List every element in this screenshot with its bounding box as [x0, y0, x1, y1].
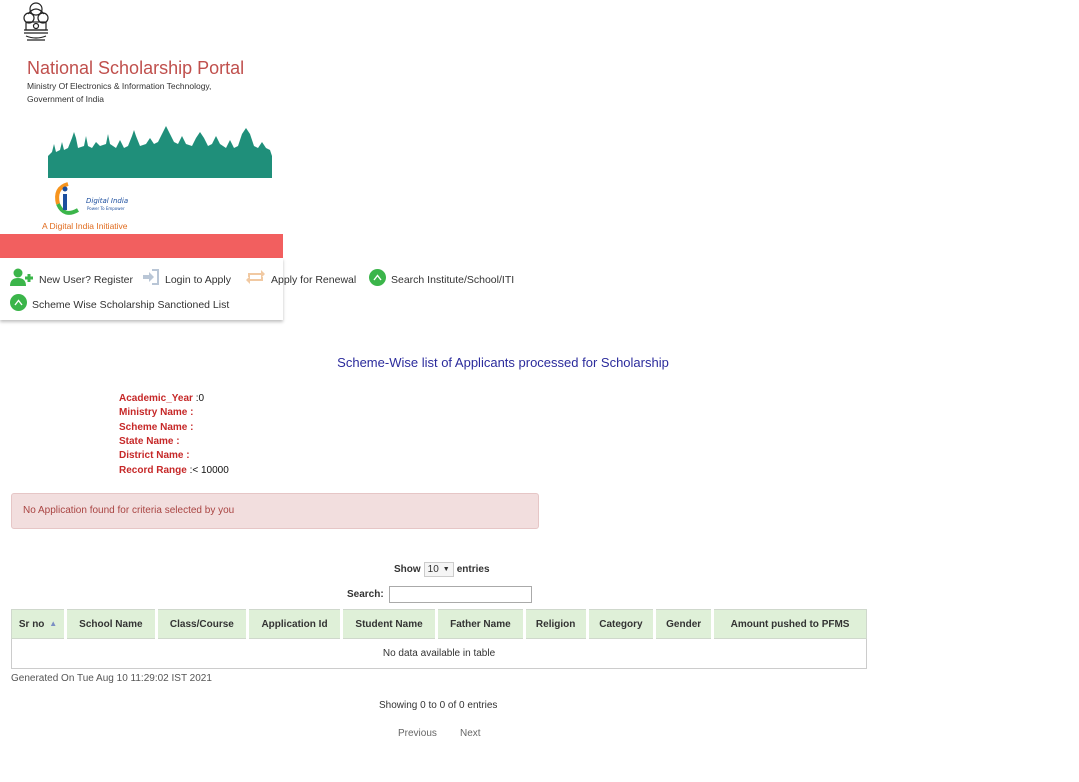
add-user-icon: [10, 268, 34, 286]
scheme-name-label: Scheme Name :: [119, 422, 194, 433]
previous-page-button[interactable]: Previous: [398, 728, 437, 739]
entries-label: entries: [456, 564, 490, 575]
nav-sanctioned-list-link[interactable]: Scheme Wise Scholarship Sanctioned List: [10, 293, 229, 311]
column-header-father-name[interactable]: Father Name: [435, 609, 525, 639]
generated-timestamp: Generated On Tue Aug 10 11:29:02 IST 202…: [11, 673, 212, 684]
digital-india-slogan: Power To Empower: [87, 206, 125, 211]
header-red-bar: [0, 234, 283, 258]
column-header-gender[interactable]: Gender: [653, 609, 714, 639]
criteria-record-range: Record Range :< 10000: [119, 465, 229, 476]
record-range-value: < 10000: [192, 465, 229, 476]
column-header-application-id[interactable]: Application Id: [246, 609, 342, 639]
column-header-religion[interactable]: Religion: [522, 609, 588, 639]
criteria-ministry: Ministry Name :: [119, 407, 193, 418]
nav-renewal-label: Apply for Renewal: [271, 274, 357, 286]
ministry-text: Ministry Of Electronics & Information Te…: [27, 80, 267, 106]
column-header-class-course[interactable]: Class/Course: [154, 609, 249, 639]
academic-year-label: Academic_Year: [119, 393, 193, 404]
table-row: No data available in table: [11, 638, 867, 669]
column-header-school-name[interactable]: School Name: [64, 609, 157, 639]
digital-india-tagline: A Digital India Initiative: [42, 221, 128, 231]
next-page-button[interactable]: Next: [460, 728, 481, 739]
ministry-line-2: Government of India: [27, 94, 105, 104]
nav-login-label: Login to Apply: [165, 274, 231, 286]
nav-renewal-link[interactable]: Apply for Renewal: [245, 268, 356, 286]
table-search-control: Search:: [347, 586, 532, 603]
record-range-label: Record Range: [119, 465, 187, 476]
nav-search-institute-label: Search Institute/School/ITI: [391, 274, 515, 286]
page-heading: Scheme-Wise list of Applicants processed…: [337, 355, 669, 370]
dropdown-arrow-icon: ▼: [442, 566, 450, 573]
nav-register-label: New User? Register: [39, 274, 133, 286]
column-header-amount-pfms[interactable]: Amount pushed to PFMS: [711, 609, 867, 639]
sort-ascending-icon: ▲: [49, 618, 58, 628]
portal-title: National Scholarship Portal: [27, 58, 245, 78]
criteria-scheme: Scheme Name :: [119, 422, 193, 433]
chevron-up-circle-icon: [369, 268, 386, 286]
nav-sanctioned-list-label: Scheme Wise Scholarship Sanctioned List: [32, 299, 230, 311]
criteria-state: State Name :: [119, 436, 180, 447]
column-header-student-name[interactable]: Student Name: [339, 609, 438, 639]
national-emblem-logo: [18, 0, 54, 44]
state-name-label: State Name :: [119, 436, 180, 447]
criteria-academic-year: Academic_Year :0: [119, 393, 205, 404]
table-search-input[interactable]: [388, 586, 532, 603]
page-length-value: 10: [427, 564, 439, 575]
criteria-district: District Name :: [119, 450, 190, 461]
show-label: Show: [394, 564, 421, 575]
column-header-category[interactable]: Category: [585, 609, 656, 639]
nav-register-link[interactable]: New User? Register: [10, 268, 133, 286]
column-header-sr-no[interactable]: Sr no ▲: [11, 609, 66, 639]
login-icon: [142, 269, 160, 285]
table-info: Showing 0 to 0 of 0 entries: [379, 700, 498, 711]
ministry-line-1: Ministry Of Electronics & Information Te…: [27, 81, 212, 91]
digital-india-name: Digital India: [86, 197, 128, 205]
page-length-control: Show 10 ▼ entries: [394, 562, 490, 577]
applicants-table: Sr no ▲ School Name Class/Course Applica…: [11, 609, 867, 669]
table-header-row: Sr no ▲ School Name Class/Course Applica…: [11, 609, 867, 639]
nav-search-institute-link[interactable]: Search Institute/School/ITI: [369, 268, 514, 286]
alert-message: No Application found for criteria select…: [23, 505, 235, 516]
academic-year-value: 0: [198, 393, 205, 404]
renew-icon: [245, 269, 266, 285]
page-length-select[interactable]: 10 ▼: [423, 562, 454, 577]
chevron-up-circle-icon: [10, 293, 27, 311]
district-name-label: District Name :: [119, 450, 190, 461]
no-application-alert: No Application found for criteria select…: [11, 493, 539, 529]
search-label: Search:: [347, 589, 384, 600]
monuments-skyline-banner: [46, 122, 274, 178]
ministry-name-label: Ministry Name :: [119, 407, 194, 418]
nav-login-link[interactable]: Login to Apply: [142, 268, 231, 286]
empty-table-message: No data available in table: [11, 638, 867, 669]
